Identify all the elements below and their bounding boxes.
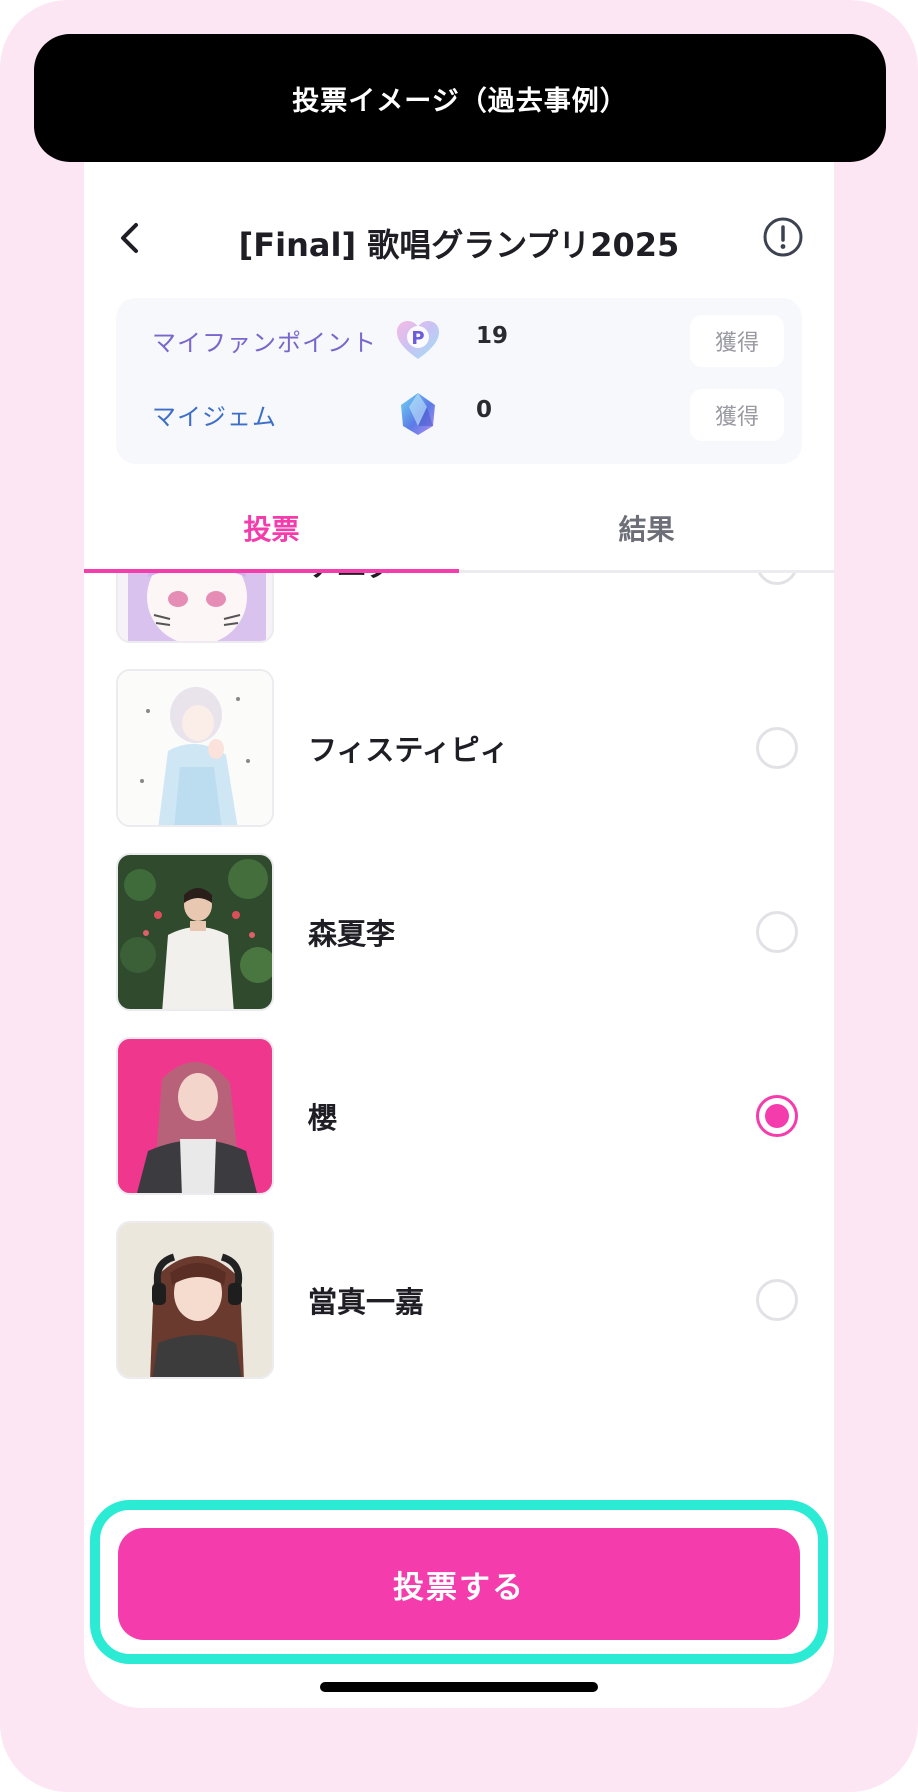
- tab-bar: 投票 結果: [84, 480, 834, 573]
- gems-value: 0: [476, 397, 493, 423]
- home-indicator: [320, 1682, 598, 1692]
- candidate-avatar: [116, 1221, 274, 1379]
- candidate-avatar: [116, 669, 274, 827]
- gems-label: マイジェム: [152, 403, 277, 431]
- fan-points-row: マイファンポイント P 19 獲得: [116, 308, 802, 370]
- candidate-name: フィスティピィ: [308, 733, 509, 767]
- candidate-radio[interactable]: [756, 727, 798, 769]
- info-icon[interactable]: [762, 216, 804, 258]
- candidate-name: 當真一嘉: [308, 1285, 425, 1319]
- candidate-name: 森夏李: [308, 917, 396, 951]
- candidate-name: 櫻: [308, 1101, 338, 1135]
- app-header: [Final] 歌唱グランプリ2025: [84, 200, 834, 280]
- chevron-left-icon: [121, 223, 138, 253]
- candidate-item[interactable]: 櫻: [84, 1037, 834, 1199]
- candidate-item[interactable]: 森夏李: [84, 853, 834, 1015]
- tab-vote[interactable]: 投票: [84, 508, 459, 548]
- back-button[interactable]: [110, 218, 150, 258]
- vote-button-highlight: 投票する: [90, 1500, 828, 1664]
- fan-points-value: 19: [476, 323, 509, 349]
- gem-icon: [401, 393, 435, 435]
- candidate-radio[interactable]: [756, 573, 798, 585]
- candidate-radio-selected[interactable]: [756, 1095, 798, 1137]
- candidate-name: ナユタ: [308, 573, 395, 585]
- page-frame: 投票イメージ（過去事例） [Final] 歌唱グランプリ2025 マイファンポイ…: [0, 0, 918, 1792]
- phone-screen: [Final] 歌唱グランプリ2025 マイファンポイント P 19 獲得 マイ…: [84, 120, 834, 1708]
- candidate-avatar: [116, 573, 274, 643]
- page-title: [Final] 歌唱グランプリ2025: [238, 226, 680, 264]
- candidate-item[interactable]: ナユタ: [84, 573, 834, 647]
- svg-text:P: P: [411, 328, 424, 349]
- candidate-list: ナユタ フィスティピィ: [84, 573, 834, 1553]
- candidate-radio[interactable]: [756, 911, 798, 953]
- candidate-avatar: [116, 1037, 274, 1195]
- vote-submit-button[interactable]: 投票する: [118, 1528, 800, 1640]
- get-fan-points-button[interactable]: 獲得: [690, 315, 784, 367]
- fan-point-heart-icon: P: [397, 321, 439, 359]
- caption-text: 投票イメージ（過去事例）: [292, 85, 628, 117]
- candidate-item[interactable]: 當真一嘉: [84, 1221, 834, 1383]
- get-gems-button[interactable]: 獲得: [690, 389, 784, 441]
- candidate-item[interactable]: フィスティピィ: [84, 669, 834, 831]
- points-card: マイファンポイント P 19 獲得 マイジェム 0 獲得: [116, 298, 802, 464]
- candidate-radio[interactable]: [756, 1279, 798, 1321]
- gems-row: マイジェム 0 獲得: [116, 382, 802, 444]
- caption-banner: 投票イメージ（過去事例）: [34, 34, 886, 162]
- candidate-avatar: [116, 853, 274, 1011]
- tab-results[interactable]: 結果: [459, 508, 834, 548]
- fan-points-label: マイファンポイント: [152, 329, 377, 357]
